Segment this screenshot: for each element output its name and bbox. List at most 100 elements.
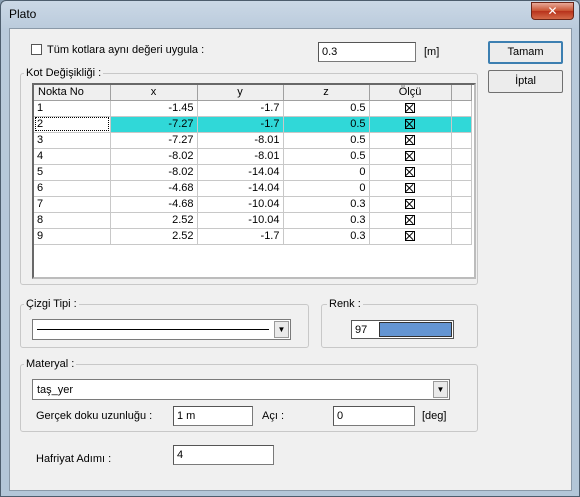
cell-z[interactable]: 0.5 [283,132,370,149]
cell-olcu[interactable] [369,148,452,165]
cell-y[interactable]: -1.7 [197,100,284,117]
cell-olcu[interactable] [369,132,452,149]
cell-olcu[interactable] [369,100,452,117]
table-row[interactable]: 8 2.52 -10.04 0.3 [34,212,472,229]
cell-filler [451,196,472,213]
cancel-button[interactable]: İptal [488,70,563,93]
cell-z[interactable]: 0.3 [283,196,370,213]
ok-button[interactable]: Tamam [488,41,563,64]
cell-nokta-no[interactable]: 2 [34,116,111,133]
cell-olcu[interactable] [369,212,452,229]
table-row[interactable]: 5 -8.02 -14.04 0 [34,164,472,181]
cell-y[interactable]: -1.7 [197,116,284,133]
material-select[interactable]: taş_yer ▼ [32,379,450,400]
texture-length-input[interactable]: 1 m [173,406,253,426]
color-picker[interactable]: 97 [351,320,454,339]
checked-box-icon[interactable] [405,199,415,210]
cell-nokta-no[interactable]: 6 [34,180,111,197]
cell-x[interactable]: -7.27 [110,132,198,149]
checked-box-icon[interactable] [405,183,415,194]
col-header-nokta-no[interactable]: Nokta No [34,85,111,101]
excavation-step-input[interactable]: 4 [173,445,274,465]
cell-z[interactable]: 0.3 [283,228,370,245]
col-header-olcu[interactable]: Ölçü [369,85,452,101]
cell-x[interactable]: 2.52 [110,212,198,229]
checked-box-icon[interactable] [405,215,415,226]
points-table: Nokta No x y z Ölçü 1 -1.45 -1.7 0.5 2 -7.27-… [34,85,472,245]
cell-z[interactable]: 0 [283,180,370,197]
chevron-down-icon[interactable]: ▼ [433,381,448,398]
color-group-label: Renk : [327,298,363,310]
cell-x[interactable]: -8.02 [110,148,198,165]
cell-filler [451,212,472,229]
cell-y[interactable]: -10.04 [197,196,284,213]
col-header-y[interactable]: y [197,85,284,101]
cell-nokta-no[interactable]: 5 [34,164,111,181]
cell-olcu[interactable] [369,196,452,213]
cell-y[interactable]: -14.04 [197,180,284,197]
cell-filler [451,100,472,117]
points-grid[interactable]: Nokta No x y z Ölçü 1 -1.45 -1.7 0.5 2 -7.27-… [32,83,476,279]
checked-box-icon[interactable] [405,167,415,178]
cell-nokta-no[interactable]: 9 [34,228,111,245]
cell-y[interactable]: -10.04 [197,212,284,229]
cell-y[interactable]: -8.01 [197,132,284,149]
cell-y[interactable]: -1.7 [197,228,284,245]
table-row[interactable]: 2 -7.27 -1.7 0.5 [34,116,472,133]
same-height-label: Tüm kotlara aynı değeri uygula : [47,44,205,56]
col-header-filler [451,85,472,101]
same-height-checkbox[interactable] [31,44,42,55]
cell-olcu[interactable] [369,164,452,181]
cell-olcu[interactable] [369,116,452,133]
cell-nokta-no[interactable]: 8 [34,212,111,229]
texture-length-label: Gerçek doku uzunluğu : [36,410,153,422]
excavation-step-label: Hafriyat Adımı : [36,453,112,465]
table-row[interactable]: 6 -4.68 -14.04 0 [34,180,472,197]
cell-nokta-no[interactable]: 7 [34,196,111,213]
cell-z[interactable]: 0.5 [283,148,370,165]
cell-x[interactable]: -4.68 [110,196,198,213]
table-row[interactable]: 3 -7.27 -8.01 0.5 [34,132,472,149]
cell-z[interactable]: 0.3 [283,212,370,229]
col-header-x[interactable]: x [110,85,198,101]
height-unit: [m] [424,46,440,58]
cell-filler [451,148,472,165]
line-type-group-label: Çizgi Tipi : [24,298,79,310]
angle-unit: [deg] [422,410,447,422]
cell-x[interactable]: -1.45 [110,100,198,117]
table-row[interactable]: 1 -1.45 -1.7 0.5 [34,100,472,117]
angle-input[interactable]: 0 [333,406,415,426]
title-bar[interactable]: Plato ✕ [1,1,579,27]
checked-box-icon[interactable] [405,151,415,162]
table-row[interactable]: 4 -8.02 -8.01 0.5 [34,148,472,165]
cell-z[interactable]: 0.5 [283,100,370,117]
cell-x[interactable]: 2.52 [110,228,198,245]
height-value-input[interactable]: 0.3 [318,42,416,62]
col-header-z[interactable]: z [283,85,370,101]
cell-nokta-no[interactable]: 4 [34,148,111,165]
cell-nokta-no[interactable]: 3 [34,132,111,149]
checked-box-icon[interactable] [405,135,415,146]
cell-z[interactable]: 0 [283,164,370,181]
cell-z[interactable]: 0.5 [283,116,370,133]
cell-y[interactable]: -14.04 [197,164,284,181]
cell-x[interactable]: -8.02 [110,164,198,181]
chevron-down-icon[interactable]: ▼ [274,321,289,338]
checked-box-icon[interactable] [405,231,415,242]
close-button[interactable]: ✕ [531,2,574,20]
cell-nokta-no[interactable]: 1 [34,100,111,117]
cell-olcu[interactable] [369,180,452,197]
line-type-select[interactable]: ▼ [32,319,291,340]
checked-box-icon[interactable] [405,103,415,114]
cell-y[interactable]: -8.01 [197,148,284,165]
table-row[interactable]: 9 2.52 -1.7 0.3 [34,228,472,245]
window-title: Plato [9,7,37,21]
plato-dialog: Plato ✕ Tüm kotlara aynı değeri uygula :… [0,0,580,497]
cell-olcu[interactable] [369,228,452,245]
cell-x[interactable]: -4.68 [110,180,198,197]
table-row[interactable]: 7 -4.68 -10.04 0.3 [34,196,472,213]
cell-x[interactable]: -7.27 [110,116,198,133]
checked-box-icon[interactable] [405,119,415,130]
material-group-label: Materyal : [24,358,77,370]
angle-label: Açı : [262,410,285,422]
